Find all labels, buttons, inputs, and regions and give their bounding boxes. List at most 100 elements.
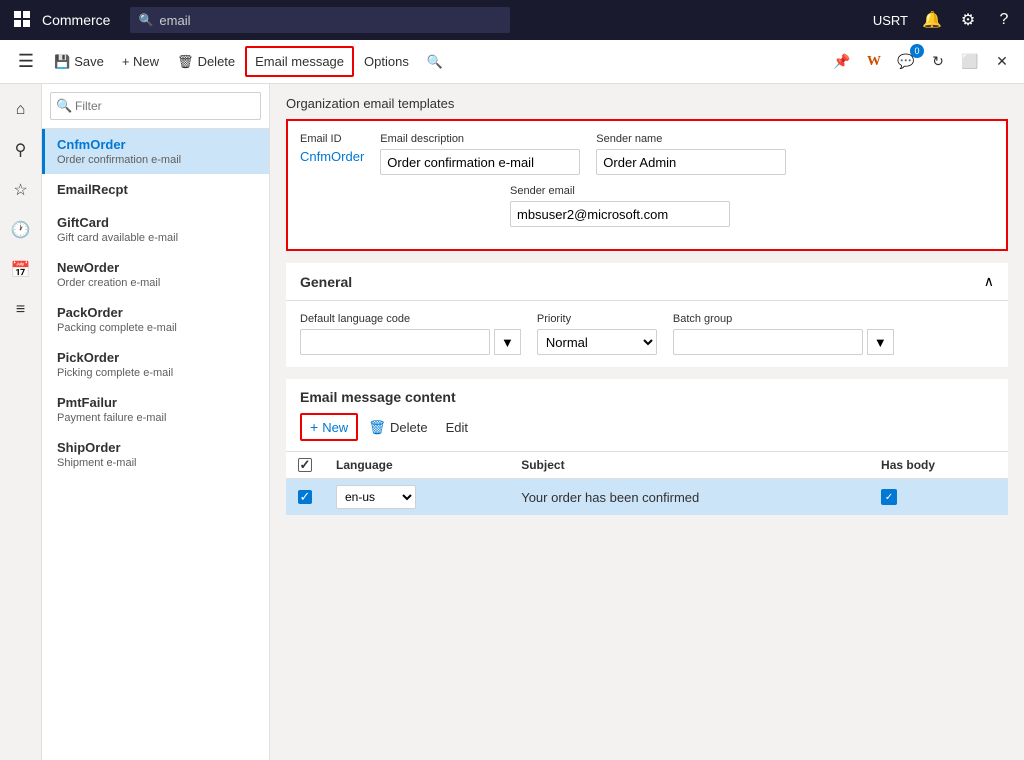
help-icon[interactable]: ? bbox=[992, 8, 1016, 32]
sender-name-input[interactable] bbox=[596, 149, 786, 175]
sidebar-icons: ⌂ ⚲ ☆ 🕐 📅 ≡ bbox=[0, 84, 42, 760]
clock-icon[interactable]: 🕐 bbox=[3, 212, 39, 248]
default-lang-label: Default language code bbox=[300, 313, 521, 325]
delete-content-icon: 🗑 bbox=[368, 419, 386, 436]
close-icon[interactable]: ✕ bbox=[988, 48, 1016, 76]
email-content-edit-button[interactable]: Edit bbox=[438, 416, 476, 439]
notification-badge[interactable]: 💬 0 bbox=[892, 48, 920, 76]
item-subtitle: Order confirmation e-mail bbox=[57, 154, 257, 166]
sender-email-label: Sender email bbox=[510, 185, 730, 197]
table-row[interactable]: ✓ en-us Your order has been confirmed ✓ bbox=[286, 479, 1008, 516]
app-grid-icon[interactable] bbox=[8, 5, 38, 35]
default-lang-input[interactable] bbox=[300, 329, 490, 355]
filter-icon[interactable]: ⚲ bbox=[3, 132, 39, 168]
top-nav-right: USRT 🔔 ⚙ ? bbox=[873, 8, 1016, 32]
email-message-button[interactable]: Email message bbox=[245, 46, 354, 77]
top-nav-bar: Commerce 🔍 USRT 🔔 ⚙ ? bbox=[0, 0, 1024, 40]
sender-email-input[interactable] bbox=[510, 201, 730, 227]
email-id-col: Email ID CnfmOrder bbox=[300, 133, 364, 175]
refresh-icon[interactable]: ↻ bbox=[924, 48, 952, 76]
list-item[interactable]: ShipOrder Shipment e-mail bbox=[42, 432, 269, 477]
delete-button[interactable]: 🗑 Delete bbox=[169, 48, 243, 76]
settings-icon[interactable]: ⚙ bbox=[956, 8, 980, 32]
priority-select[interactable]: Normal Low High bbox=[537, 329, 657, 355]
general-form-row: Default language code ▼ Priority Normal … bbox=[300, 313, 994, 355]
item-title: ShipOrder bbox=[57, 440, 257, 455]
email-content-delete-button[interactable]: 🗑 Delete bbox=[360, 415, 435, 440]
col-subject: Subject bbox=[509, 452, 869, 479]
col-check: ✓ bbox=[286, 452, 324, 479]
filter-search-icon: 🔍 bbox=[56, 98, 72, 114]
star-icon[interactable]: ☆ bbox=[3, 172, 39, 208]
list-item[interactable]: PackOrder Packing complete e-mail bbox=[42, 297, 269, 342]
list-item[interactable]: EmailRecpt bbox=[42, 174, 269, 207]
row-check-cell: ✓ bbox=[286, 479, 324, 516]
filter-wrap: 🔍 bbox=[50, 92, 261, 120]
row-language-cell: en-us bbox=[324, 479, 509, 516]
item-subtitle: Shipment e-mail bbox=[57, 457, 257, 469]
template-form: Email ID CnfmOrder Email description Sen… bbox=[286, 119, 1008, 251]
item-title: EmailRecpt bbox=[57, 182, 257, 197]
general-collapse-icon: ∧ bbox=[984, 273, 994, 290]
list-icon[interactable]: ≡ bbox=[3, 292, 39, 328]
general-section: General ∧ Default language code ▼ Priori… bbox=[286, 263, 1008, 367]
new-window-icon[interactable]: ⬜ bbox=[956, 48, 984, 76]
item-subtitle: Payment failure e-mail bbox=[57, 412, 257, 424]
default-lang-col: Default language code ▼ bbox=[300, 313, 521, 355]
global-search-input[interactable] bbox=[159, 13, 502, 28]
has-body-checkbox[interactable]: ✓ bbox=[881, 489, 897, 505]
command-bar: ☰ 💾 Save + New 🗑 Delete Email message Op… bbox=[0, 40, 1024, 84]
content-area: Organization email templates Email ID Cn… bbox=[270, 84, 1024, 760]
command-bar-right: 📌 W 💬 0 ↻ ⬜ ✕ bbox=[828, 48, 1016, 76]
list-filter-input[interactable] bbox=[50, 92, 261, 120]
email-content-title: Email message content bbox=[300, 389, 994, 405]
list-item[interactable]: GiftCard Gift card available e-mail bbox=[42, 207, 269, 252]
list-item[interactable]: PmtFailur Payment failure e-mail bbox=[42, 387, 269, 432]
item-title: PackOrder bbox=[57, 305, 257, 320]
item-subtitle: Order creation e-mail bbox=[57, 277, 257, 289]
command-search-button[interactable]: 🔍 bbox=[419, 48, 451, 76]
email-content-header: Email message content + New 🗑 Delete Edi… bbox=[286, 379, 1008, 452]
row-hasbody-cell: ✓ bbox=[869, 479, 1008, 516]
email-content-new-button[interactable]: + New bbox=[300, 413, 358, 441]
col-has-body: Has body bbox=[869, 452, 1008, 479]
list-item[interactable]: NewOrder Order creation e-mail bbox=[42, 252, 269, 297]
new-button[interactable]: + New bbox=[114, 48, 167, 75]
bell-icon[interactable]: 🔔 bbox=[920, 8, 944, 32]
item-title: PickOrder bbox=[57, 350, 257, 365]
list-panel: 🔍 CnfmOrder Order confirmation e-mail Em… bbox=[42, 84, 270, 760]
item-subtitle: Gift card available e-mail bbox=[57, 232, 257, 244]
pin-icon[interactable]: 📌 bbox=[828, 48, 856, 76]
email-desc-input[interactable] bbox=[380, 149, 580, 175]
hamburger-menu-icon[interactable]: ☰ bbox=[8, 44, 44, 80]
calendar-icon[interactable]: 📅 bbox=[3, 252, 39, 288]
batch-group-input[interactable] bbox=[673, 329, 863, 355]
language-select[interactable]: en-us bbox=[336, 485, 416, 509]
email-desc-col: Email description bbox=[380, 133, 580, 175]
list-item[interactable]: CnfmOrder Order confirmation e-mail bbox=[42, 129, 269, 174]
batch-group-dropdown[interactable]: ▼ bbox=[867, 329, 894, 355]
home-icon[interactable]: ⌂ bbox=[3, 92, 39, 128]
email-content-table: ✓ Language Subject Has body ✓ bbox=[286, 452, 1008, 515]
item-title: GiftCard bbox=[57, 215, 257, 230]
header-check[interactable]: ✓ bbox=[298, 458, 312, 472]
priority-col: Priority Normal Low High bbox=[537, 313, 657, 355]
template-section-title: Organization email templates bbox=[286, 96, 1008, 111]
email-id-value[interactable]: CnfmOrder bbox=[300, 149, 364, 164]
default-lang-dropdown[interactable]: ▼ bbox=[494, 329, 521, 355]
col-language: Language bbox=[324, 452, 509, 479]
user-label: USRT bbox=[873, 13, 908, 28]
plus-icon: + bbox=[310, 419, 318, 435]
row-checkbox[interactable]: ✓ bbox=[298, 490, 312, 504]
general-section-header[interactable]: General ∧ bbox=[286, 263, 1008, 301]
options-button[interactable]: Options bbox=[356, 48, 417, 75]
list-filter: 🔍 bbox=[42, 84, 269, 129]
subject-value: Your order has been confirmed bbox=[521, 490, 699, 505]
main-layout: ⌂ ⚲ ☆ 🕐 📅 ≡ 🔍 CnfmOrder Order confirmati… bbox=[0, 84, 1024, 760]
template-form-row-1: Email ID CnfmOrder Email description Sen… bbox=[300, 133, 994, 175]
office-icon[interactable]: W bbox=[860, 48, 888, 76]
global-search-box[interactable]: 🔍 bbox=[130, 7, 510, 33]
item-subtitle: Packing complete e-mail bbox=[57, 322, 257, 334]
save-button[interactable]: 💾 Save bbox=[46, 48, 112, 76]
list-item[interactable]: PickOrder Picking complete e-mail bbox=[42, 342, 269, 387]
